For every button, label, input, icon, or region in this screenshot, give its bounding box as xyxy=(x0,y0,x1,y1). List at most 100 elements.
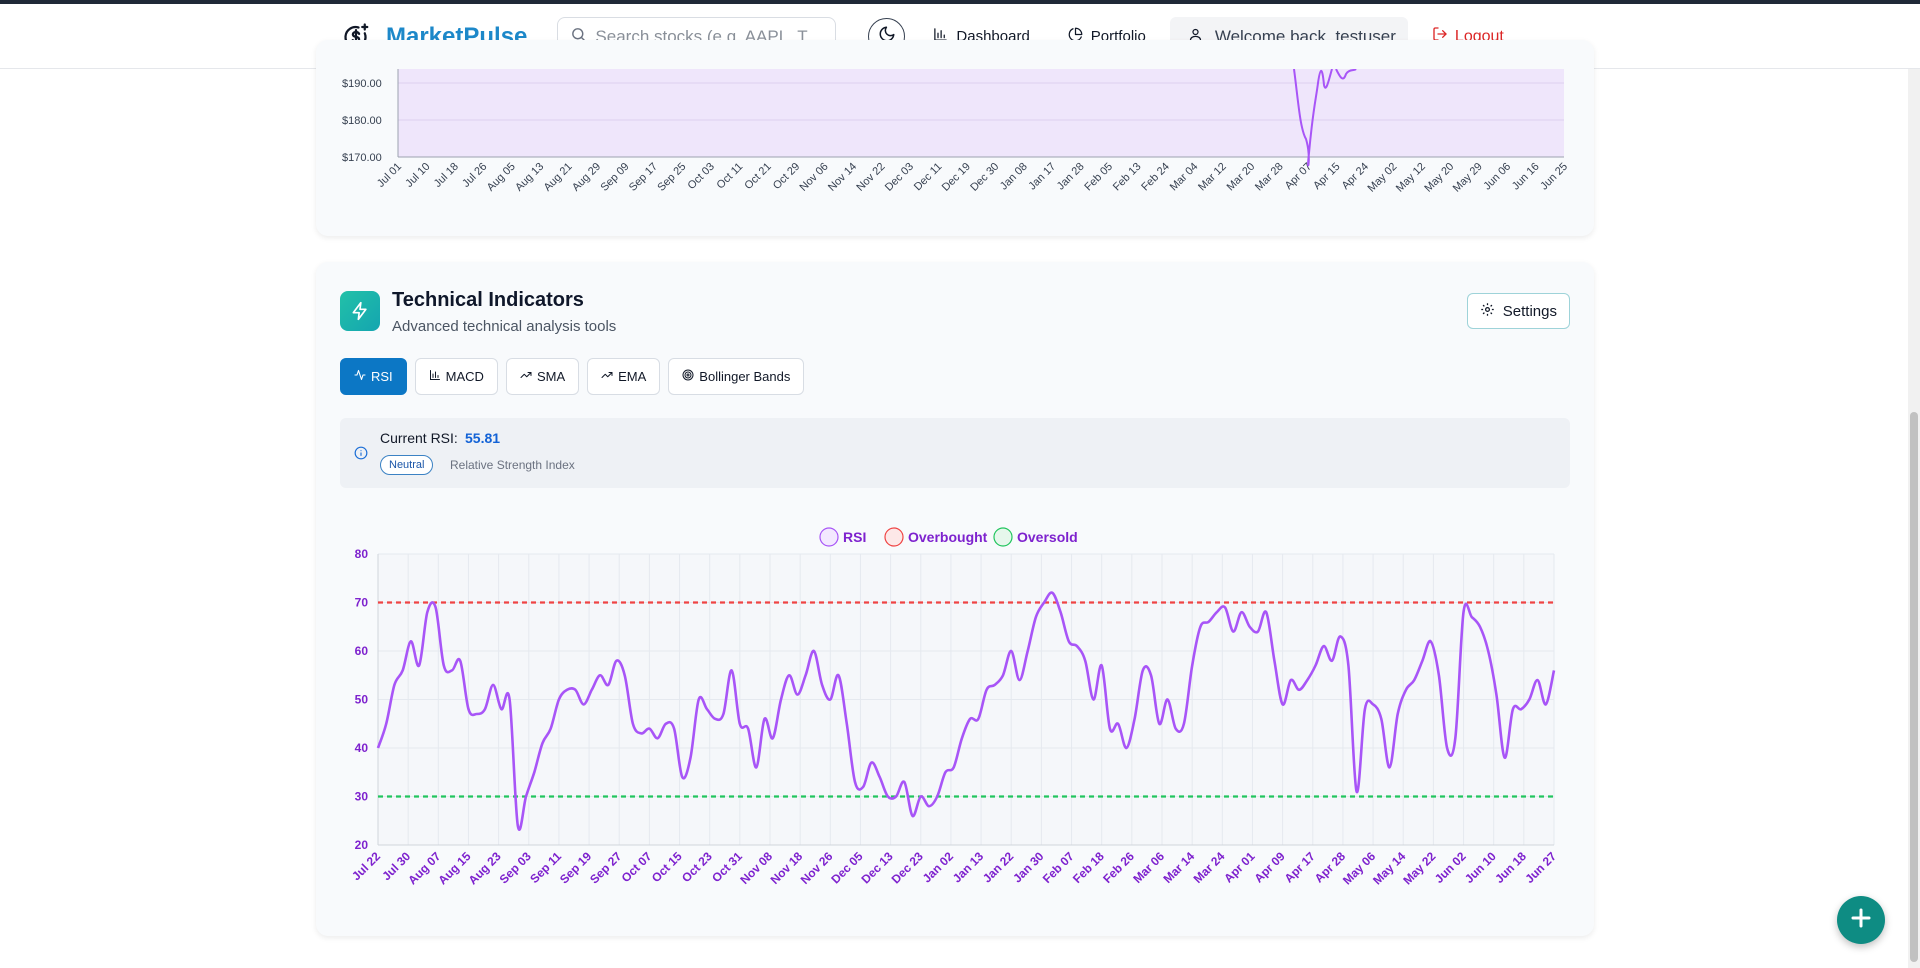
x-tick-label: May 14 xyxy=(1370,849,1408,887)
x-tick-label: Sep 11 xyxy=(527,849,564,886)
x-tick-label: Mar 06 xyxy=(1130,849,1167,886)
price-x-tick-label: Dec 03 xyxy=(883,161,916,194)
price-y-tick-label: $180.00 xyxy=(342,115,382,127)
legend-marker[interactable] xyxy=(884,527,904,547)
technical-indicators-card: Technical Indicators Advanced technical … xyxy=(316,262,1594,936)
x-tick-label: Sep 27 xyxy=(587,849,624,886)
x-tick-label: May 06 xyxy=(1340,849,1378,887)
x-tick-label: Jan 22 xyxy=(980,849,1017,886)
price-x-tick-label: Aug 13 xyxy=(513,161,546,194)
price-x-tick-label: Oct 11 xyxy=(715,161,746,192)
x-tick-label: Apr 01 xyxy=(1221,849,1258,886)
x-tick-label: Mar 14 xyxy=(1160,849,1197,886)
x-tick-label: Nov 08 xyxy=(737,849,775,887)
x-tick-label: Apr 09 xyxy=(1251,849,1288,886)
price-x-tick-label: Jul 01 xyxy=(375,161,404,190)
price-x-tick-label: Mar 12 xyxy=(1196,161,1229,194)
x-tick-label: Jul 22 xyxy=(349,849,383,883)
x-tick-label: Sep 03 xyxy=(497,849,534,886)
x-tick-label: Feb 18 xyxy=(1070,849,1107,886)
price-x-tick-label: Sep 17 xyxy=(627,161,660,194)
x-tick-label: Jun 27 xyxy=(1522,849,1559,886)
scrollbar-thumb[interactable] xyxy=(1910,412,1918,962)
x-tick-label: Mar 24 xyxy=(1191,849,1228,886)
price-x-tick-label: May 02 xyxy=(1365,161,1399,195)
add-fab-button[interactable] xyxy=(1837,896,1885,944)
price-x-tick-label: Jan 08 xyxy=(998,161,1030,193)
legend-label[interactable]: Overbought xyxy=(908,529,988,545)
price-x-tick-label: Aug 29 xyxy=(570,161,603,194)
price-x-tick-label: Mar 20 xyxy=(1225,161,1258,194)
price-x-tick-label: Jun 16 xyxy=(1510,161,1542,193)
x-tick-label: Jan 30 xyxy=(1010,849,1047,886)
x-tick-label: Apr 17 xyxy=(1282,849,1319,886)
x-tick-label: Oct 07 xyxy=(619,849,655,885)
x-tick-label: Oct 15 xyxy=(649,849,685,885)
price-x-tick-label: Aug 21 xyxy=(542,161,575,194)
price-x-tick-label: Dec 11 xyxy=(912,161,945,194)
x-tick-label: Jun 10 xyxy=(1462,849,1499,886)
legend-marker[interactable] xyxy=(819,527,839,547)
x-tick-label: Sep 19 xyxy=(557,849,594,886)
x-tick-label: Dec 23 xyxy=(889,849,926,886)
price-x-tick-label: Jun 06 xyxy=(1481,161,1513,193)
price-x-tick-label: Jun 25 xyxy=(1538,161,1570,193)
price-x-tick-label: Apr 15 xyxy=(1311,161,1342,192)
x-tick-label: Aug 15 xyxy=(435,849,473,887)
y-tick-label: 80 xyxy=(355,547,369,561)
x-tick-label: Feb 07 xyxy=(1040,849,1077,886)
price-x-tick-label: Jan 28 xyxy=(1055,161,1087,193)
price-x-tick-label: Feb 24 xyxy=(1139,161,1172,194)
price-x-tick-label: Mar 28 xyxy=(1253,161,1286,194)
rsi-chart: RSI Overbought Oversold 80 70 60 50 40 30 20Jul 2… xyxy=(349,527,1559,887)
x-tick-label: May 22 xyxy=(1400,849,1438,887)
price-x-tick-label: Oct 29 xyxy=(771,161,802,192)
price-x-tick-label: Dec 30 xyxy=(968,161,1001,194)
price-x-tick-label: Apr 07 xyxy=(1283,161,1314,192)
price-y-tick-label: $170.00 xyxy=(342,152,382,164)
x-tick-label: Nov 18 xyxy=(768,849,806,887)
y-tick-label: 20 xyxy=(355,838,369,852)
price-x-tick-label: May 29 xyxy=(1451,161,1485,195)
x-tick-label: Dec 13 xyxy=(858,849,895,886)
x-tick-label: Aug 07 xyxy=(405,849,443,887)
price-x-tick-label: Oct 03 xyxy=(686,161,717,192)
price-x-tick-label: May 12 xyxy=(1394,161,1428,195)
price-chart: $190.00 $180.00 $170.00 Jul 01 Jul 10 Jul 18… xyxy=(342,69,1570,195)
price-x-tick-label: Sep 25 xyxy=(655,161,688,194)
x-tick-label: Nov 26 xyxy=(798,849,836,887)
price-y-tick-label: $190.00 xyxy=(342,78,382,90)
price-x-tick-label: Nov 14 xyxy=(826,161,859,194)
x-tick-label: Jan 02 xyxy=(920,849,957,886)
x-tick-label: Feb 26 xyxy=(1100,849,1137,886)
x-tick-label: Jun 02 xyxy=(1432,849,1469,886)
y-tick-label: 40 xyxy=(355,741,369,755)
price-x-tick-label: May 20 xyxy=(1422,161,1456,195)
price-x-tick-label: Feb 13 xyxy=(1111,161,1144,194)
x-tick-label: Oct 23 xyxy=(679,849,715,885)
x-tick-label: Jun 18 xyxy=(1492,849,1529,886)
price-x-tick-label: Nov 06 xyxy=(798,161,831,194)
legend-marker[interactable] xyxy=(993,527,1013,547)
y-tick-label: 30 xyxy=(355,790,369,804)
x-tick-label: Dec 05 xyxy=(828,849,865,886)
y-tick-label: 70 xyxy=(355,596,369,610)
y-tick-label: 50 xyxy=(355,693,369,707)
price-x-tick-label: Jul 10 xyxy=(403,161,432,190)
price-x-tick-label: Jan 17 xyxy=(1026,161,1058,193)
price-x-tick-label: Jul 18 xyxy=(432,161,461,190)
price-x-tick-label: Dec 19 xyxy=(940,161,973,194)
price-x-tick-label: Oct 21 xyxy=(742,161,773,192)
legend-label[interactable]: RSI xyxy=(843,529,866,545)
y-tick-label: 60 xyxy=(355,644,369,658)
x-tick-label: Aug 23 xyxy=(466,849,504,887)
x-tick-label: Jan 13 xyxy=(950,849,987,886)
price-x-tick-label: Nov 22 xyxy=(854,161,887,194)
price-x-tick-label: Feb 05 xyxy=(1082,161,1115,194)
plus-icon xyxy=(1849,906,1873,935)
legend-label[interactable]: Oversold xyxy=(1017,529,1078,545)
price-x-tick-label: Aug 05 xyxy=(485,161,518,194)
price-x-tick-label: Mar 04 xyxy=(1168,161,1201,194)
price-x-tick-label: Sep 09 xyxy=(598,161,631,194)
price-area-fill xyxy=(398,69,1564,157)
